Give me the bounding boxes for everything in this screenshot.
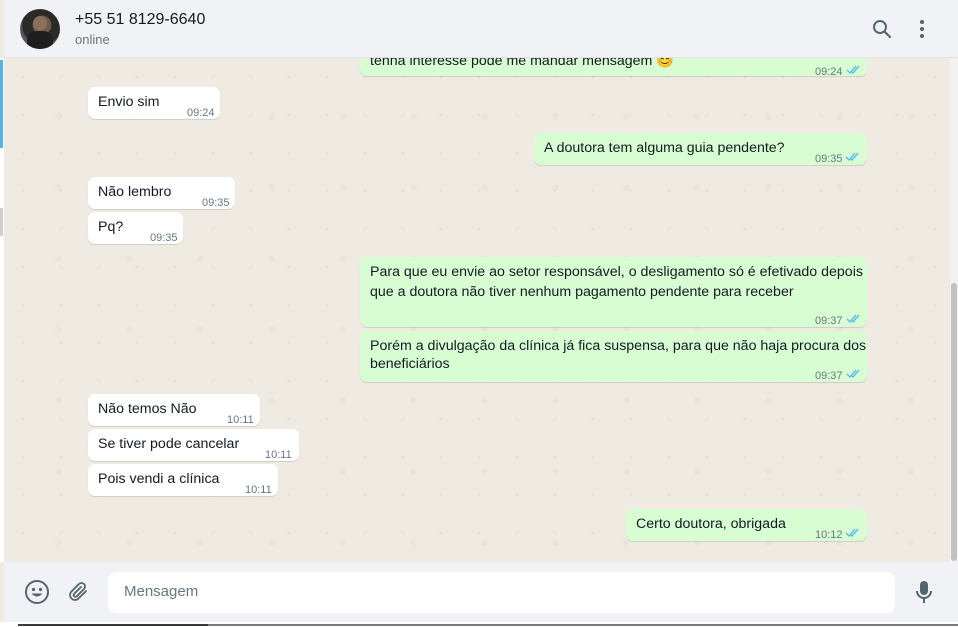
left-panel-accent [0,60,3,148]
message-outgoing[interactable]: Porém a divulgação da clínica já fica su… [360,331,867,382]
menu-button[interactable] [910,17,934,41]
emoji-button[interactable] [23,578,51,606]
message-outgoing[interactable]: tenha interesse pode me mandar mensagem … [360,58,867,78]
double-check-icon [845,152,859,162]
contact-status: online [75,32,110,47]
attach-button[interactable] [64,578,92,606]
message-input[interactable]: Mensagem [108,572,895,613]
scrollbar-thumb[interactable] [951,283,957,561]
mic-icon [916,581,932,603]
message-outgoing[interactable]: A doutora tem alguma guia pendente? 09:3… [534,133,867,165]
message-outgoing[interactable]: Para que eu envie ao setor responsável, … [360,257,867,327]
message-incoming[interactable]: Envio sim 09:24 [88,87,220,119]
message-time: 09:35 [150,232,178,244]
message-incoming[interactable]: Pq? 09:35 [88,212,183,244]
chat-scrollbar[interactable] [950,58,958,562]
message-time: 10:11 [227,414,254,426]
search-button[interactable] [870,17,894,41]
message-text: Não temos Não [98,401,197,417]
left-panel-divider [0,208,3,236]
message-time: 10:11 [265,449,292,461]
message-text: A doutora tem alguma guia pendente? [544,140,785,156]
message-text: Se tiver pode cancelar [98,436,240,452]
window-bottom-edge [0,622,958,627]
message-incoming[interactable]: Pois vendi a clínica 10:11 [88,464,278,496]
avatar-body [27,31,53,49]
message-text-line-1: Porém a divulgação da clínica já fica su… [370,338,867,354]
message-text-line-2: beneficiários [370,356,450,372]
message-time: 09:37 [815,315,843,327]
mic-button[interactable] [910,578,938,606]
double-check-icon [846,314,860,324]
menu-icon [920,20,924,38]
message-incoming[interactable]: Não temos Não 10:11 [88,394,260,426]
message-text-line-2: que a doutora não tiver nenhum pagamento… [370,284,794,300]
message-text: tenha interesse pode me mandar mensagem … [370,58,674,69]
message-time: 09:24 [815,66,843,78]
message-time: 09:37 [815,370,843,382]
message-text: Não lembro [98,184,172,200]
double-check-icon [846,369,860,379]
message-text: Envio sim [98,94,160,110]
contact-avatar[interactable] [20,9,60,49]
message-incoming[interactable]: Não lembro 09:35 [88,177,235,209]
attach-icon [69,582,87,601]
message-time: 09:24 [187,107,215,119]
message-text: Pq? [98,219,124,235]
message-text: Pois vendi a clínica [98,471,220,487]
avatar-head [33,16,47,31]
message-outgoing[interactable]: Certo doutora, obrigada 10:12 [626,509,867,541]
emoji-icon [25,580,49,604]
message-time: 09:35 [202,197,230,209]
message-text: Certo doutora, obrigada [636,516,786,532]
message-incoming[interactable]: Se tiver pode cancelar 10:11 [88,429,299,461]
double-check-icon [845,528,859,538]
composer-bar: Mensagem [4,562,958,622]
bottom-edge-segment [18,624,208,626]
message-time: 09:35 [815,153,843,165]
message-text-line-1: Para que eu envie ao setor responsável, … [370,264,863,280]
message-list[interactable]: tenha interesse pode me mandar mensagem … [4,58,950,562]
search-icon [873,20,892,39]
message-time: 10:11 [245,484,272,496]
double-check-icon [846,65,860,75]
bottom-edge-segment [208,624,958,626]
contact-name[interactable]: +55 51 8129-6640 [75,11,205,29]
message-time: 10:12 [815,529,843,541]
chat-header: +55 51 8129-6640 online [4,0,958,58]
